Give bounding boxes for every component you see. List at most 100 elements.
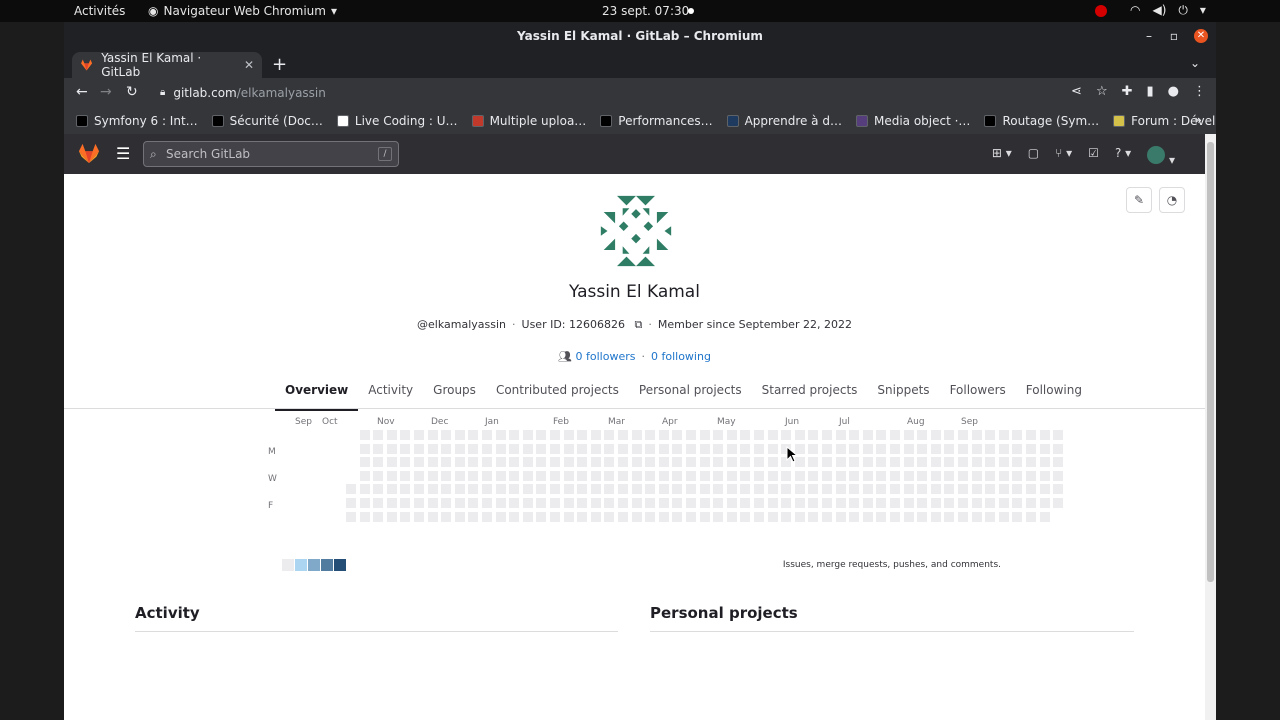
calendar-day-cell[interactable] [482,430,492,440]
bookmark-item[interactable]: Apprendre à d… [726,114,842,128]
calendar-day-cell[interactable] [808,484,819,495]
calendar-day-cell[interactable] [441,470,452,481]
calendar-day-cell[interactable] [414,511,424,522]
calendar-day-cell[interactable] [903,457,914,468]
calendar-day-cell[interactable] [590,457,601,468]
calendar-day-cell[interactable] [930,457,941,468]
calendar-day-cell[interactable] [536,498,547,508]
calendar-day-cell[interactable] [781,498,792,508]
new-tab-icon[interactable]: + [272,54,287,75]
calendar-day-cell[interactable] [849,484,860,495]
calendar-day-cell[interactable] [767,498,778,508]
calendar-day-cell[interactable] [1012,498,1023,508]
calendar-day-cell[interactable] [1026,457,1036,468]
calendar-day-cell[interactable] [482,457,492,468]
calendar-day-cell[interactable] [631,470,642,481]
calendar-day-cell[interactable] [958,443,968,454]
calendar-day-cell[interactable] [618,511,628,522]
calendar-day-cell[interactable] [495,498,506,508]
calendar-day-cell[interactable] [835,430,846,440]
calendar-day-cell[interactable] [509,498,520,508]
calendar-day-cell[interactable] [590,511,601,522]
calendar-day-cell[interactable] [740,484,751,495]
calendar-day-cell[interactable] [441,484,452,495]
calendar-day-cell[interactable] [522,470,533,481]
calendar-day-cell[interactable] [645,484,656,495]
calendar-day-cell[interactable] [658,470,669,481]
calendar-day-cell[interactable] [767,470,778,481]
calendar-day-cell[interactable] [686,470,696,481]
calendar-day-cell[interactable] [713,511,724,522]
calendar-day-cell[interactable] [359,511,370,522]
tab-search-icon[interactable]: ⌄ [1190,56,1200,70]
calendar-day-cell[interactable] [917,498,928,508]
calendar-day-cell[interactable] [400,484,411,495]
calendar-day-cell[interactable] [930,443,941,454]
calendar-day-cell[interactable] [808,470,819,481]
calendar-day-cell[interactable] [903,498,914,508]
calendar-day-cell[interactable] [808,430,819,440]
calendar-day-cell[interactable] [550,443,560,454]
calendar-day-cell[interactable] [998,430,1009,440]
gitlab-logo-icon[interactable] [78,143,100,165]
calendar-day-cell[interactable] [985,470,996,481]
calendar-day-cell[interactable] [386,470,397,481]
calendar-day-cell[interactable] [917,443,928,454]
calendar-day-cell[interactable] [876,484,887,495]
calendar-day-cell[interactable] [903,430,914,440]
calendar-day-cell[interactable] [958,484,968,495]
calendar-day-cell[interactable] [536,484,547,495]
calendar-day-cell[interactable] [740,498,751,508]
calendar-day-cell[interactable] [414,470,424,481]
calendar-day-cell[interactable] [414,443,424,454]
calendar-day-cell[interactable] [944,430,955,440]
copy-icon[interactable]: ⧉ [635,318,643,331]
calendar-day-cell[interactable] [849,498,860,508]
calendar-day-cell[interactable] [509,457,520,468]
calendar-day-cell[interactable] [794,470,805,481]
calendar-day-cell[interactable] [563,430,574,440]
bookmark-item[interactable]: Routage (Sym… [984,114,1099,128]
reload-icon[interactable]: ↻ [126,84,138,100]
calendar-day-cell[interactable] [876,470,887,481]
calendar-day-cell[interactable] [985,443,996,454]
calendar-day-cell[interactable] [468,470,479,481]
calendar-day-cell[interactable] [808,443,819,454]
back-icon[interactable]: ← [76,84,88,100]
calendar-day-cell[interactable] [849,470,860,481]
window-titlebar[interactable]: Yassin El Kamal · GitLab – Chromium – ▫ … [64,22,1216,50]
calendar-day-cell[interactable] [346,511,356,522]
calendar-day-cell[interactable] [563,443,574,454]
calendar-day-cell[interactable] [631,484,642,495]
calendar-day-cell[interactable] [754,498,764,508]
calendar-day-cell[interactable] [577,498,588,508]
calendar-day-cell[interactable] [509,430,520,440]
calendar-day-cell[interactable] [917,430,928,440]
menu-icon[interactable]: ⋮ [1193,84,1206,99]
calendar-day-cell[interactable] [645,498,656,508]
calendar-day-cell[interactable] [577,484,588,495]
calendar-day-cell[interactable] [658,498,669,508]
tab-groups[interactable]: Groups [423,377,486,411]
calendar-day-cell[interactable] [522,457,533,468]
calendar-day-cell[interactable] [998,511,1009,522]
calendar-day-cell[interactable] [1039,430,1050,440]
calendar-day-cell[interactable] [441,511,452,522]
calendar-day-cell[interactable] [386,430,397,440]
calendar-day-cell[interactable] [604,443,615,454]
calendar-day-cell[interactable] [903,484,914,495]
calendar-day-cell[interactable] [998,484,1009,495]
calendar-day-cell[interactable] [740,457,751,468]
calendar-day-cell[interactable] [672,498,683,508]
user-menu[interactable]: ▾ [1147,146,1175,167]
calendar-day-cell[interactable] [509,511,520,522]
calendar-day-cell[interactable] [522,498,533,508]
calendar-day-cell[interactable] [346,498,356,508]
calendar-day-cell[interactable] [903,511,914,522]
calendar-day-cell[interactable] [917,511,928,522]
calendar-day-cell[interactable] [835,443,846,454]
calendar-day-cell[interactable] [454,443,465,454]
calendar-day-cell[interactable] [618,484,628,495]
calendar-day-cell[interactable] [1012,443,1023,454]
calendar-day-cell[interactable] [985,511,996,522]
